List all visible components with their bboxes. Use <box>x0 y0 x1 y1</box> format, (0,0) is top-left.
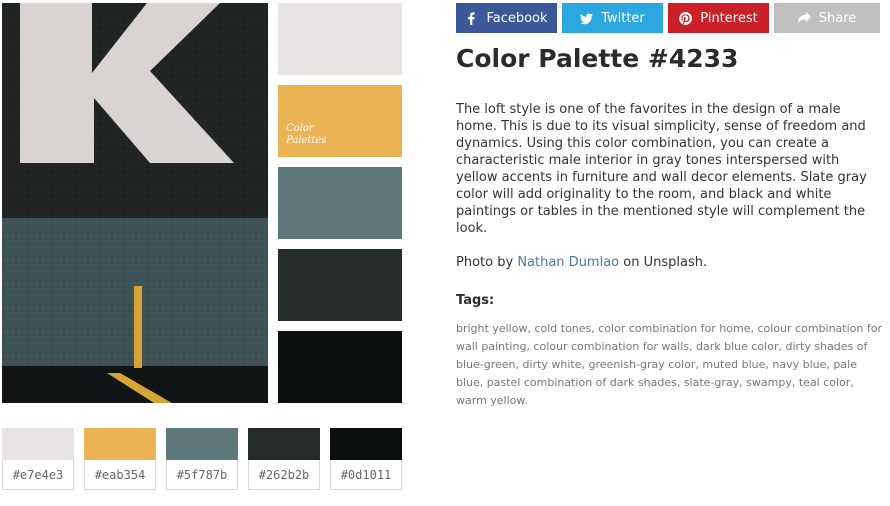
pinterest-share-button[interactable]: Pinterest <box>668 3 769 33</box>
credit-prefix: Photo by <box>456 255 514 270</box>
page-title: Color Palette #4233 <box>456 44 739 73</box>
hex-label[interactable]: #eab354 <box>84 460 156 490</box>
tag-link[interactable]: swampy <box>746 376 792 389</box>
credit-suffix: on Unsplash. <box>623 255 708 270</box>
tag-link[interactable]: pastel combination of dark shades <box>487 376 677 389</box>
color-chip-2[interactable]: #eab354 <box>84 428 156 490</box>
facebook-share-button[interactable]: Facebook <box>456 3 557 33</box>
share-label: Share <box>818 10 857 26</box>
tag-link[interactable]: dark blue color <box>696 340 778 353</box>
swatch-large-1[interactable] <box>278 3 402 75</box>
tag-link[interactable]: navy blue <box>772 358 826 371</box>
photographer-link[interactable]: Nathan Dumlao <box>517 255 619 270</box>
swatch-large-3[interactable] <box>278 167 402 239</box>
twitter-icon <box>580 13 594 24</box>
pinterest-label: Pinterest <box>700 10 758 26</box>
tag-link[interactable]: muted blue <box>702 358 765 371</box>
tag-link[interactable]: colour combination for walls <box>533 340 689 353</box>
tag-link[interactable]: color combination for home <box>598 322 750 335</box>
photo-credit: Photo by Nathan Dumlao on Unsplash. <box>456 255 707 270</box>
palette-photo <box>2 3 268 403</box>
facebook-icon <box>468 11 476 25</box>
tags-list: bright yellow, cold tones, color combina… <box>456 322 882 407</box>
tag-link[interactable]: slate-gray <box>684 376 739 389</box>
pinterest-icon <box>679 11 693 25</box>
color-chip-fill <box>166 428 238 460</box>
color-chip-fill <box>248 428 320 460</box>
color-chip-4[interactable]: #262b2b <box>248 428 320 490</box>
tag-link[interactable]: teal color <box>799 376 850 389</box>
swatch-large-2[interactable]: Color Palettes <box>278 85 402 157</box>
twitter-label: Twitter <box>601 10 645 26</box>
site-watermark: Color Palettes <box>286 123 327 146</box>
color-chip-fill <box>330 428 402 460</box>
hex-label[interactable]: #262b2b <box>248 460 320 490</box>
tag-link[interactable]: dirty white <box>523 358 582 371</box>
color-chip-3[interactable]: #5f787b <box>166 428 238 490</box>
tags-heading: Tags: <box>456 293 495 308</box>
hex-label[interactable]: #e7e4e3 <box>2 460 74 490</box>
color-chip-1[interactable]: #e7e4e3 <box>2 428 74 490</box>
tag-link[interactable]: bright yellow <box>456 322 527 335</box>
facebook-label: Facebook <box>486 10 548 26</box>
tag-link[interactable]: warm yellow <box>456 394 524 407</box>
swatch-large-4[interactable] <box>278 249 402 321</box>
share-button[interactable]: Share <box>774 3 880 33</box>
twitter-share-button[interactable]: Twitter <box>562 3 663 33</box>
color-chip-fill <box>84 428 156 460</box>
hex-label[interactable]: #5f787b <box>166 460 238 490</box>
color-chip-5[interactable]: #0d1011 <box>330 428 402 490</box>
tag-link[interactable]: greenish-gray color <box>589 358 696 371</box>
color-chip-fill <box>2 428 74 460</box>
swatch-large-5[interactable] <box>278 331 402 403</box>
palette-description: The loft style is one of the favorites i… <box>456 102 867 236</box>
tag-link[interactable]: cold tones <box>534 322 591 335</box>
hex-label[interactable]: #0d1011 <box>330 460 402 490</box>
share-arrow-icon <box>797 11 811 23</box>
